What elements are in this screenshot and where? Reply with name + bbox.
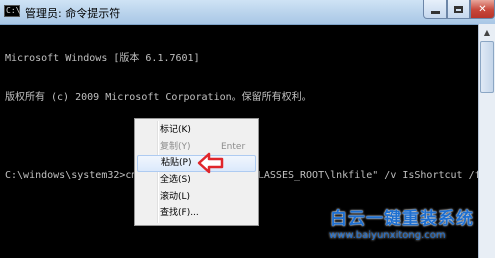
annotation-arrow-icon	[197, 152, 224, 174]
title-bar[interactable]: C:\ 管理员: 命令提示符 ✕	[0, 0, 495, 25]
vertical-scrollbar[interactable]: ▲	[478, 24, 495, 258]
close-button[interactable]: ✕	[470, 0, 495, 19]
command-prompt-icon[interactable]: C:\	[4, 5, 20, 17]
menu-item-label: 粘贴(P)	[161, 158, 192, 168]
watermark-title: 白云一键重装系统	[330, 209, 474, 229]
console-line: 版权所有 (c) 2009 Microsoft Corporation。保留所有…	[5, 92, 312, 103]
menu-item-mark[interactable]: 标记(K)	[137, 122, 256, 139]
menu-item-label: 查找(F)...	[160, 208, 199, 218]
menu-item-label: 复制(Y)	[160, 142, 191, 152]
minimize-button[interactable]	[423, 0, 447, 19]
menu-item-label: 滚动(L)	[160, 192, 191, 202]
maximize-icon	[454, 5, 463, 13]
scroll-up-arrow-icon[interactable]: ▲	[479, 24, 495, 40]
menu-item-scroll[interactable]: 滚动(L)	[137, 189, 256, 206]
menu-item-label: 标记(K)	[160, 125, 191, 135]
minimize-icon	[430, 11, 440, 14]
menu-item-label: 全选(S)	[160, 175, 191, 185]
scrollbar-thumb[interactable]	[480, 41, 494, 93]
close-icon: ✕	[478, 3, 487, 15]
menu-item-select-all[interactable]: 全选(S)	[137, 172, 256, 189]
maximize-button[interactable]	[447, 0, 470, 19]
watermark-url: www.baiyunxitong.com	[329, 230, 446, 241]
menu-item-find[interactable]: 查找(F)...	[137, 205, 256, 222]
window-title: 管理员: 命令提示符	[25, 7, 121, 20]
console-line: Microsoft Windows [版本 6.1.7601]	[5, 53, 200, 64]
